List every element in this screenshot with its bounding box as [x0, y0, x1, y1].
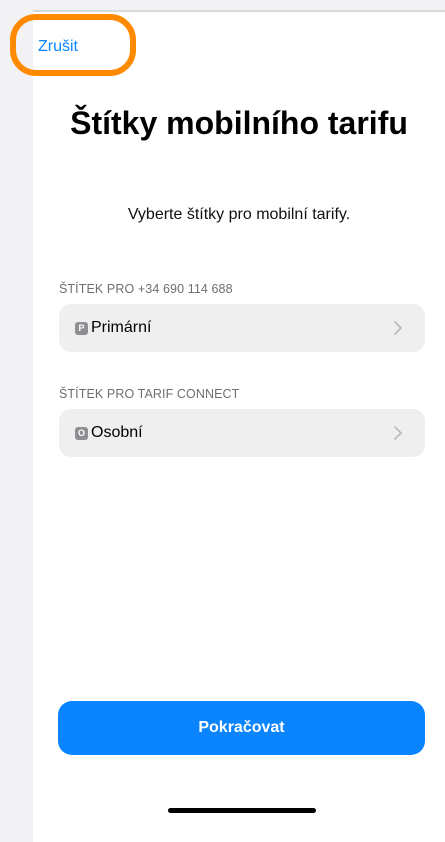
home-indicator[interactable] [168, 808, 316, 813]
chevron-right-icon [394, 321, 402, 335]
label-row-value: Primární [91, 319, 152, 336]
label-row-primary[interactable]: P Primární [59, 304, 425, 352]
label-row-value: Osobní [91, 424, 143, 441]
page-subtitle: Vyberte štítky pro mobilní tarify. [127, 206, 351, 223]
continue-button[interactable]: Pokračovat [58, 701, 425, 755]
section-label-phone: ŠTÍTEK PRO +34 690 114 688 [59, 282, 233, 296]
section-label-connect: ŠTÍTEK PRO TARIF CONNECT [59, 387, 240, 401]
cancel-button[interactable]: Zrušit [38, 38, 78, 56]
chevron-right-icon [394, 426, 402, 440]
page-title: Štítky mobilního tarifu [70, 105, 408, 141]
label-row-personal[interactable]: O Osobní [59, 409, 425, 457]
sheet-top-divider [33, 10, 445, 12]
primary-tag-icon: P [75, 321, 88, 335]
personal-tag-icon: O [75, 426, 88, 440]
